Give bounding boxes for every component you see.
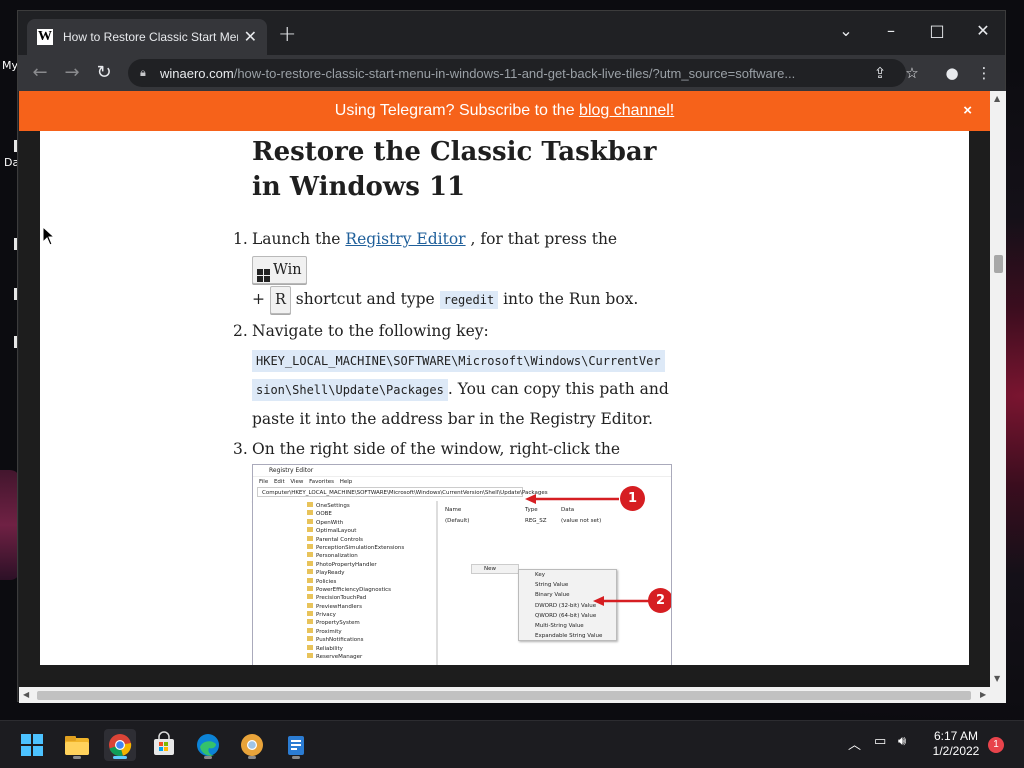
scroll-down-arrow-icon[interactable]: ▼ <box>994 675 1000 683</box>
clock-time: 6:17 AM <box>933 729 979 743</box>
telegram-banner: Using Telegram? Subscribe to the blog ch… <box>19 91 990 131</box>
page-content: Restore the Classic Taskbar in Windows 1… <box>40 131 969 665</box>
registry-editor-link[interactable]: Registry Editor <box>345 230 465 248</box>
desktop-icon-label[interactable]: My <box>2 59 18 72</box>
banner-text: Using Telegram? Subscribe to the <box>334 102 580 119</box>
article-heading: Restore the Classic Taskbar in Windows 1… <box>252 137 657 202</box>
tab-close-icon[interactable]: ✕ <box>244 29 257 45</box>
lock-icon[interactable]: 🔒︎ <box>140 66 152 80</box>
start-icon[interactable] <box>16 729 48 761</box>
list-item: 2. Navigate to the following key: HKEY_L… <box>233 316 673 434</box>
edge-icon[interactable] <box>192 729 224 761</box>
scroll-up-arrow-icon[interactable]: ▲ <box>994 95 1000 103</box>
vertical-scroll-thumb[interactable] <box>994 255 1003 273</box>
step-text: + <box>252 290 265 308</box>
winaero-favicon-icon: W <box>37 29 53 45</box>
step-text: into the Run box. <box>498 290 639 308</box>
page-viewport: Using Telegram? Subscribe to the blog ch… <box>19 91 990 687</box>
callout-badge-1: 1 <box>620 486 645 511</box>
menu-kebab-icon[interactable]: ⋮ <box>972 61 996 85</box>
minimize-button[interactable]: – <box>871 19 911 43</box>
chrome-canary-icon[interactable] <box>236 729 268 761</box>
step-number: 1. <box>233 230 248 248</box>
registry-editor-screenshot: Registry Editor File Edit View Favorites… <box>252 464 672 665</box>
volume-icon[interactable]: 🔊︎ <box>898 734 906 749</box>
registry-path-code: HKEY_LOCAL_MACHINE\SOFTWARE\Microsoft\Wi… <box>252 350 665 372</box>
list-item: 1. Launch the Registry Editor , for that… <box>233 224 673 315</box>
registry-path-code: sion\Shell\Update\Packages <box>252 379 448 401</box>
banner-close-icon[interactable]: × <box>963 91 972 131</box>
new-tab-button[interactable]: + <box>278 24 296 46</box>
restore-button[interactable]: □ <box>917 19 957 43</box>
tab-search-button[interactable]: ⌄ <box>826 19 866 43</box>
browser-toolbar: ← → ↻ 🔒︎ winaero.com/how-to-restore-clas… <box>18 55 1005 91</box>
step-text: , for that press the <box>465 230 618 248</box>
callout-badge-2: 2 <box>648 588 671 613</box>
file-explorer-icon[interactable] <box>61 729 93 761</box>
scroll-left-arrow-icon[interactable]: ◀ <box>23 691 29 699</box>
step-text: shortcut and type <box>290 290 440 308</box>
windows-logo-icon <box>257 269 270 282</box>
step-text: Navigate to the following key: <box>252 322 489 340</box>
clock-date: 1/2/2022 <box>932 744 980 758</box>
mouse-cursor-icon <box>42 226 56 246</box>
step-text: Launch the <box>252 230 346 248</box>
url-text[interactable]: winaero.com/how-to-restore-classic-start… <box>160 66 860 81</box>
tab-title: How to Restore Classic Start Menu <box>63 30 238 44</box>
taskbar-clock[interactable]: 6:17 AM 1/2/2022 <box>920 729 992 759</box>
regedit-code: regedit <box>439 291 499 309</box>
blog-channel-link[interactable]: blog channel! <box>579 102 674 119</box>
taskbar: ︿ ▭ 🔊︎ 6:17 AM 1/2/2022 1 <box>0 720 1024 768</box>
bookmark-star-icon[interactable]: ☆ <box>900 61 924 85</box>
horizontal-scroll-thumb[interactable] <box>37 691 971 700</box>
network-icon[interactable]: ▭ <box>874 734 886 749</box>
profile-icon[interactable]: ● <box>940 61 964 85</box>
browser-tab[interactable]: W How to Restore Classic Start Menu ✕ <box>27 19 267 55</box>
browser-window: W How to Restore Classic Start Menu ✕ + … <box>17 10 1006 703</box>
horizontal-scrollbar[interactable]: ◀ ▶ <box>19 687 1006 703</box>
forward-button[interactable]: → <box>60 61 84 85</box>
step-number: 3. <box>233 440 248 458</box>
tab-strip: W How to Restore Classic Start Menu ✕ + … <box>18 11 1005 55</box>
share-icon[interactable]: ⇪ <box>868 61 892 85</box>
address-bar[interactable]: 🔒︎ winaero.com/how-to-restore-classic-st… <box>128 59 906 87</box>
annotation-arrows <box>525 494 649 606</box>
win-key: Win <box>252 256 307 284</box>
chrome-icon[interactable] <box>104 729 136 761</box>
scroll-right-arrow-icon[interactable]: ▶ <box>980 691 986 699</box>
chevron-up-icon[interactable]: ︿ <box>848 734 861 753</box>
back-button[interactable]: ← <box>28 61 52 85</box>
step-number: 2. <box>233 322 248 340</box>
store-icon[interactable] <box>148 729 180 761</box>
r-key: R <box>269 286 291 314</box>
vertical-scrollbar[interactable]: ▲ ▼ <box>990 91 1006 687</box>
notification-badge[interactable]: 1 <box>988 737 1004 753</box>
close-window-button[interactable]: ✕ <box>963 19 1003 43</box>
reload-button[interactable]: ↻ <box>92 61 116 85</box>
app-icon[interactable] <box>280 729 312 761</box>
